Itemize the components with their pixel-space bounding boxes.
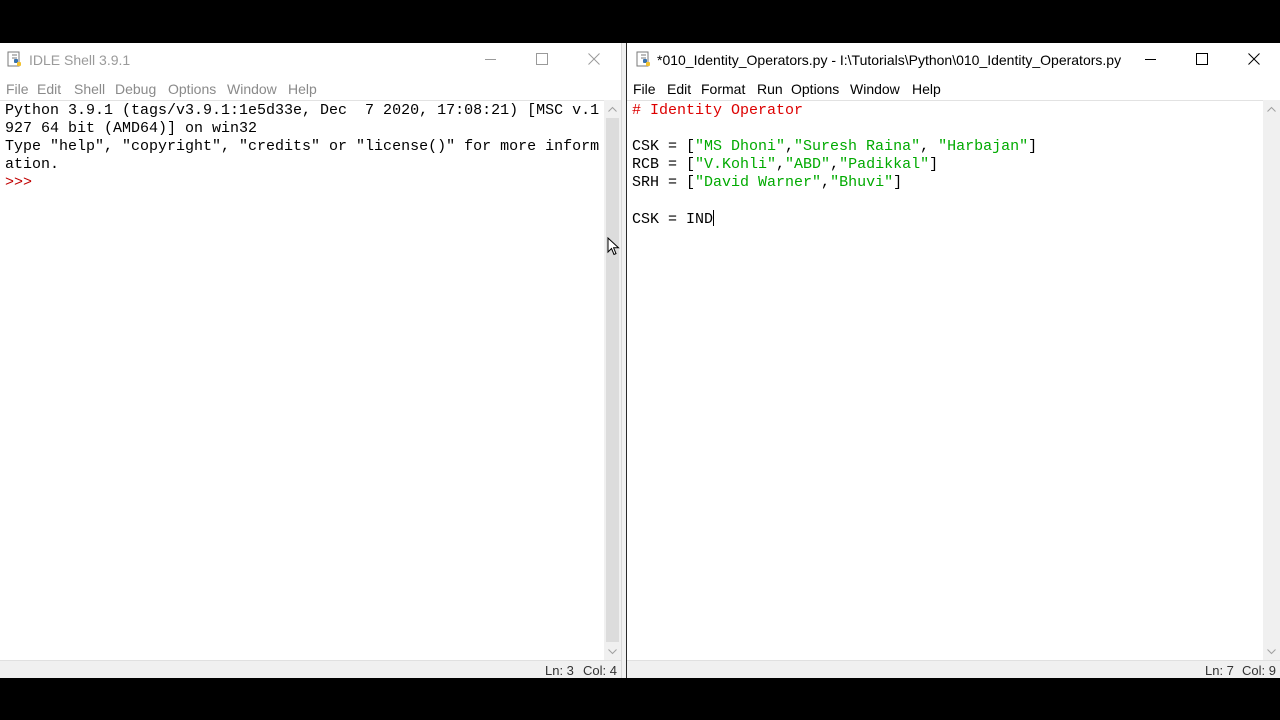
shell-menubar: File Edit Shell Debug Options Window Hel… <box>0 78 621 100</box>
menu-file[interactable]: File <box>633 79 656 99</box>
close-button[interactable] <box>1231 43 1277 75</box>
string-literal: "David Warner" <box>695 174 822 191</box>
column-number: Col: 9 <box>1242 663 1276 678</box>
editor-titlebar[interactable]: *010_Identity_Operators.py - I:\Tutorial… <box>627 43 1280 75</box>
maximize-icon <box>536 53 548 65</box>
minimize-button[interactable] <box>1127 43 1173 75</box>
menu-edit[interactable]: Edit <box>37 79 61 99</box>
editor-statusbar: Ln: 7 Col: 9 <box>627 660 1280 678</box>
shell-titlebar[interactable]: IDLE Shell 3.9.1 <box>0 43 621 75</box>
code-text: CSK = IND <box>632 211 714 228</box>
python-file-icon <box>636 51 652 67</box>
minimize-icon <box>1144 58 1156 60</box>
scroll-down-arrow-icon[interactable] <box>1263 643 1280 660</box>
code-line-current: CSK = IND <box>632 210 1263 228</box>
scroll-down-arrow-icon[interactable] <box>604 643 621 660</box>
scroll-up-arrow-icon[interactable] <box>604 100 621 117</box>
editor-menubar: File Edit Format Run Options Window Help <box>627 78 1280 100</box>
menu-debug[interactable]: Debug <box>115 79 156 99</box>
string-literal: "Bhuvi" <box>830 174 894 191</box>
close-button[interactable] <box>571 43 617 75</box>
code-line-rcb: RCB = ["V.Kohli","ABD","Padikkal"] <box>632 156 939 173</box>
scrollbar-thumb[interactable] <box>606 118 619 642</box>
minimize-button[interactable] <box>467 43 513 75</box>
maximize-button[interactable] <box>1179 43 1225 75</box>
maximize-button[interactable] <box>519 43 565 75</box>
string-literal: "V.Kohli" <box>695 156 777 173</box>
shell-text-area[interactable]: Python 3.9.1 (tags/v3.9.1:1e5d33e, Dec 7… <box>0 100 604 660</box>
editor-text-area[interactable]: # Identity Operator CSK = ["MS Dhoni","S… <box>627 100 1263 660</box>
shell-statusbar: Ln: 3 Col: 4 <box>0 660 621 678</box>
python-icon <box>7 51 23 67</box>
editor-window[interactable]: *010_Identity_Operators.py - I:\Tutorial… <box>626 43 1280 678</box>
window-title: *010_Identity_Operators.py - I:\Tutorial… <box>657 52 1125 68</box>
string-literal: "Harbajan" <box>938 138 1029 155</box>
string-literal: "ABD" <box>785 156 831 173</box>
column-number: Col: 4 <box>583 663 617 678</box>
minimize-icon <box>484 58 496 60</box>
code-text: CSK = [ <box>632 138 696 155</box>
shell-prompt: >>> <box>5 174 33 191</box>
mouse-pointer-icon <box>607 237 620 256</box>
menu-help[interactable]: Help <box>288 79 317 99</box>
close-icon <box>1248 53 1260 65</box>
idle-shell-window[interactable]: IDLE Shell 3.9.1 File Edit Shell Debug O… <box>0 43 622 678</box>
maximize-icon <box>1196 53 1208 65</box>
menu-options[interactable]: Options <box>168 79 216 99</box>
scroll-up-arrow-icon[interactable] <box>1263 100 1280 117</box>
text-caret <box>713 210 715 226</box>
menu-file[interactable]: File <box>6 79 29 99</box>
editor-vertical-scrollbar[interactable] <box>1263 100 1280 660</box>
code-text: SRH = [ <box>632 174 696 191</box>
line-number: Ln: 7 <box>1205 663 1234 678</box>
line-number: Ln: 3 <box>545 663 574 678</box>
code-text: RCB = [ <box>632 156 696 173</box>
shell-banner-line: Python 3.9.1 (tags/v3.9.1:1e5d33e, Dec 7… <box>5 102 600 119</box>
menu-options[interactable]: Options <box>791 79 839 99</box>
string-literal: "Padikkal" <box>839 156 930 173</box>
string-literal: "MS Dhoni" <box>695 138 786 155</box>
menu-format[interactable]: Format <box>701 79 745 99</box>
code-line-srh: SRH = ["David Warner","Bhuvi"] <box>632 174 903 191</box>
menu-window[interactable]: Window <box>850 79 900 99</box>
shell-banner-line: Type "help", "copyright", "credits" or "… <box>5 138 600 155</box>
menu-edit[interactable]: Edit <box>667 79 691 99</box>
code-line-csk: CSK = ["MS Dhoni","Suresh Raina", "Harba… <box>632 138 1038 155</box>
menu-shell[interactable]: Shell <box>74 79 105 99</box>
string-literal: "Suresh Raina" <box>794 138 921 155</box>
menu-help[interactable]: Help <box>912 79 941 99</box>
window-title: IDLE Shell 3.9.1 <box>29 52 131 68</box>
menu-window[interactable]: Window <box>227 79 277 99</box>
close-icon <box>588 53 600 65</box>
code-comment: # Identity Operator <box>632 102 804 119</box>
menu-run[interactable]: Run <box>757 79 783 99</box>
shell-banner-line: ation. <box>5 156 60 173</box>
shell-banner-line: 927 64 bit (AMD64)] on win32 <box>5 120 258 137</box>
shell-vertical-scrollbar[interactable] <box>604 100 621 660</box>
